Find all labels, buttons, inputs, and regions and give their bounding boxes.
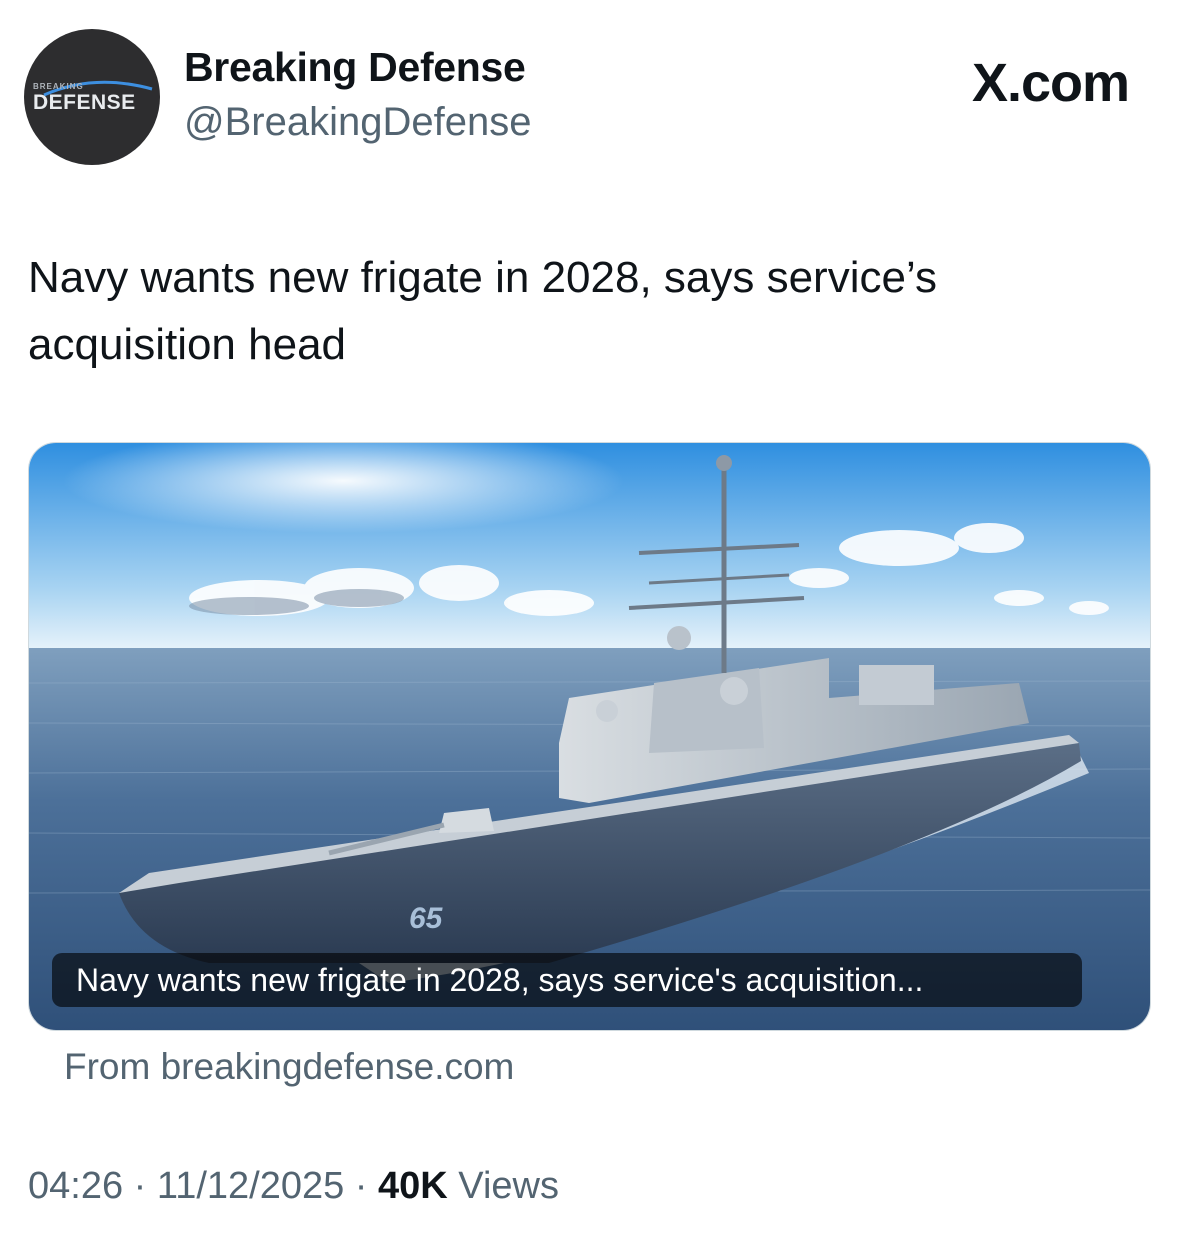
avatar-logo-text: DEFENSE (33, 91, 136, 114)
display-name[interactable]: Breaking Defense (184, 44, 526, 91)
avatar-logo-subtext: BREAKING (33, 82, 84, 91)
tweet-time[interactable]: 04:26 (28, 1165, 123, 1207)
avatar[interactable]: BREAKING DEFENSE (24, 29, 160, 165)
tweet-meta: 04:26 · 11/12/2025 · 40K Views (28, 1165, 559, 1208)
link-card[interactable]: 65 Navy wants new frigate in 2028, says … (28, 442, 1151, 1031)
user-handle[interactable]: @BreakingDefense (184, 100, 531, 145)
card-caption[interactable]: Navy wants new frigate in 2028, says ser… (52, 953, 1082, 1007)
meta-separator: · (344, 1165, 379, 1207)
tweet-date[interactable]: 11/12/2025 (157, 1165, 344, 1207)
hull-number: 65 (409, 902, 444, 935)
views-label: Views (447, 1165, 559, 1207)
frigate-at-sea-image: 65 (29, 443, 1150, 1030)
views-count: 40K (378, 1165, 448, 1207)
site-label: X.com (971, 53, 1130, 113)
meta-separator: · (123, 1165, 157, 1207)
tweet-text: Navy wants new frigate in 2028, says ser… (28, 253, 937, 369)
card-source[interactable]: From breakingdefense.com (64, 1046, 514, 1088)
